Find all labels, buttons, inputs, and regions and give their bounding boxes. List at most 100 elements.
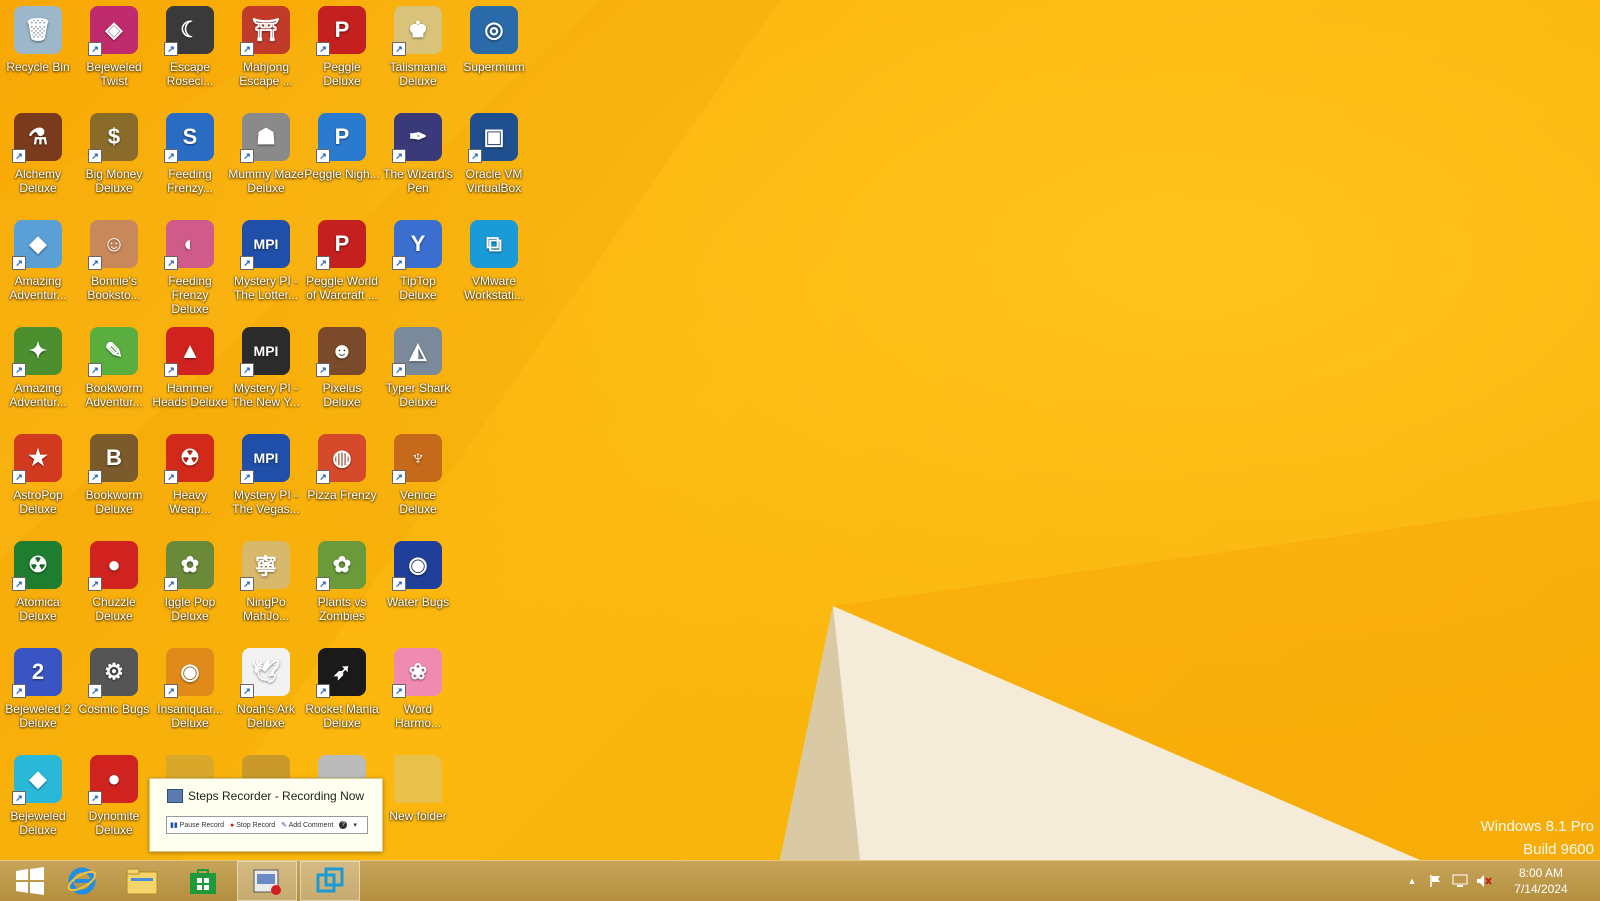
desktop-icon[interactable]: ☾ ↗ Escape Roseci... [152, 0, 228, 107]
store-icon [190, 869, 216, 894]
shortcut-arrow-icon: ↗ [316, 149, 330, 163]
desktop-icon[interactable]: ⧉ VMware Workstati... [456, 214, 532, 321]
desktop-icon[interactable]: ◎ Supermium [456, 0, 532, 107]
desktop-icon[interactable]: 2 ↗ Bejeweled 2 Deluxe [0, 642, 76, 749]
desktop-icon[interactable]: ✿ ↗ Plants vs Zombies [304, 535, 380, 642]
desktop-icon[interactable]: ✎ ↗ Bookworm Adventur... [76, 321, 152, 428]
desktop[interactable]: 🗑 Recycle Bin ⚗ ↗ Alchemy Deluxe ◆ ↗ Amazing Ad… [0, 0, 1600, 860]
system-tray: ▲ 8:00 AM 7/14/2024 [1400, 861, 1600, 901]
desktop-icon[interactable]: ◈ ↗ Bejeweled Twist [76, 0, 152, 107]
desktop-icon-label: Bonnie's Booksto... [87, 274, 141, 302]
peggle-nights-icon: P ↗ [316, 113, 366, 163]
file-explorer-button[interactable] [112, 861, 172, 901]
vmware-button[interactable] [300, 861, 360, 901]
desktop-icon-label: Oracle VM VirtualBox [465, 167, 523, 195]
astropop-icon: ★ ↗ [12, 434, 62, 484]
desktop-icon-label: Feeding Frenzy... [167, 167, 213, 195]
shortcut-arrow-icon: ↗ [12, 791, 26, 805]
desktop-icon-label: Venice Deluxe [399, 488, 437, 516]
shortcut-arrow-icon: ↗ [12, 363, 26, 377]
steps-recorder-button[interactable] [237, 861, 297, 901]
shortcut-arrow-icon: ↗ [88, 470, 102, 484]
desktop-icon[interactable]: ➶ ↗ Rocket Mania Deluxe [304, 642, 380, 749]
desktop-icon[interactable]: ● ↗ Chuzzle Deluxe [76, 535, 152, 642]
desktop-icon[interactable]: ◐ ↗ Feeding Frenzy Deluxe [152, 214, 228, 321]
desktop-icon[interactable]: ⛩ ↗ Mahjong Escape ... [228, 0, 304, 107]
desktop-icon-label: Word Harmo... [394, 702, 441, 730]
internet-explorer-button[interactable] [52, 861, 112, 901]
desktop-icon[interactable]: ◆ ↗ Bejeweled Deluxe [0, 749, 76, 856]
mystery-pi-lottery-icon: MPI ↗ [240, 220, 290, 270]
desktop-icon[interactable]: Y ↗ TipTop Deluxe [380, 214, 456, 321]
desktop-icon[interactable]: ◍ ↗ Pizza Frenzy [304, 428, 380, 535]
desktop-icon[interactable]: ✒ ↗ The Wizard's Pen [380, 107, 456, 214]
hammer-heads-icon: ▲ ↗ [164, 327, 214, 377]
desktop-icon[interactable]: P ↗ Peggle World of Warcraft ... [304, 214, 380, 321]
start-button[interactable] [0, 861, 60, 901]
shortcut-arrow-icon: ↗ [468, 149, 482, 163]
desktop-icon[interactable]: MPI ↗ Mystery PI - The Vegas... [228, 428, 304, 535]
desktop-icon[interactable]: ◆ ↗ Amazing Adventur... [0, 214, 76, 321]
desktop-icon[interactable]: ♚ ↗ Talismania Deluxe [380, 0, 456, 107]
volume-muted-icon[interactable] [1472, 861, 1496, 901]
desktop-icon[interactable]: 寧 ↗ NingPo MahJo... [228, 535, 304, 642]
action-center-flag-icon[interactable] [1424, 861, 1448, 901]
desktop-icon[interactable]: ★ ↗ AstroPop Deluxe [0, 428, 76, 535]
desktop-icon[interactable]: S ↗ Feeding Frenzy... [152, 107, 228, 214]
shortcut-arrow-icon: ↗ [12, 256, 26, 270]
water-bugs-icon: ◉ ↗ [392, 541, 442, 591]
clock[interactable]: 8:00 AM 7/14/2024 [1496, 865, 1586, 897]
desktop-icon-label: Amazing Adventur... [9, 274, 67, 302]
desktop-icon[interactable]: P ↗ Peggle Deluxe [304, 0, 380, 107]
talismania-icon: ♚ ↗ [392, 6, 442, 56]
heavy-weapon-icon: ☢ ↗ [164, 434, 214, 484]
desktop-icon[interactable]: ▲ ↗ Hammer Heads Deluxe [152, 321, 228, 428]
amazing-adventures-2-icon: ✦ ↗ [12, 327, 62, 377]
desktop-icon[interactable]: ✦ ↗ Amazing Adventur... [0, 321, 76, 428]
bejeweled-icon: ◆ ↗ [12, 755, 62, 805]
desktop-icon[interactable]: ✿ ↗ Iggle Pop Deluxe [152, 535, 228, 642]
mystery-pi-vegas-icon: MPI ↗ [240, 434, 290, 484]
clock-time: 8:00 AM [1518, 866, 1564, 880]
shortcut-arrow-icon: ↗ [88, 577, 102, 591]
desktop-icon[interactable]: ◉ ↗ Insaniquar... Deluxe [152, 642, 228, 749]
network-icon[interactable] [1448, 861, 1472, 901]
desktop-icon[interactable]: ● ↗ Dynomite Deluxe [76, 749, 152, 856]
desktop-icon[interactable]: ♆ ↗ Venice Deluxe [380, 428, 456, 535]
bookworm-adventures-icon: ✎ ↗ [88, 327, 138, 377]
desktop-icon[interactable]: ☢ ↗ Heavy Weap... [152, 428, 228, 535]
desktop-icon[interactable]: ☗ ↗ Mummy Maze Deluxe [228, 107, 304, 214]
desktop-icon[interactable]: P ↗ Peggle Nigh... [304, 107, 380, 214]
shortcut-arrow-icon: ↗ [316, 363, 330, 377]
desktop-icon[interactable]: B ↗ Bookworm Deluxe [76, 428, 152, 535]
desktop-icon[interactable]: ⚙ ↗ Cosmic Bugs [76, 642, 152, 749]
desktop-icon[interactable]: MPI ↗ Mystery PI - The Lotter... [228, 214, 304, 321]
desktop-icon[interactable]: ◭ ↗ Typer Shark Deluxe [380, 321, 456, 428]
chuzzle-icon: ● ↗ [88, 541, 138, 591]
shortcut-arrow-icon: ↗ [392, 256, 406, 270]
store-button[interactable] [173, 861, 233, 901]
desktop-icon[interactable]: New folder [380, 749, 456, 856]
desktop-icon[interactable]: MPI ↗ Mystery PI - The New Y... [228, 321, 304, 428]
shortcut-arrow-icon: ↗ [392, 149, 406, 163]
desktop-icon[interactable]: ☺ ↗ Bonnie's Booksto... [76, 214, 152, 321]
shortcut-arrow-icon: ↗ [392, 577, 406, 591]
supermium-icon: ◎ [470, 6, 518, 54]
desktop-icon[interactable]: ▣ ↗ Oracle VM VirtualBox [456, 107, 532, 214]
desktop-icon-label: Alchemy Deluxe [14, 167, 61, 195]
desktop-icon[interactable]: 🗑 Recycle Bin [0, 0, 76, 107]
desktop-icon[interactable]: $ ↗ Big Money Deluxe [76, 107, 152, 214]
add-comment-label: ✎ Add Comment [281, 822, 334, 829]
desktop-icon[interactable]: ◉ ↗ Water Bugs [380, 535, 456, 642]
desktop-icon-label: Noah's Ark Deluxe [237, 702, 295, 730]
clock-date: 7/14/2024 [1514, 882, 1568, 896]
steps-recorder-preview[interactable]: Steps Recorder - Recording Now ▮▮ Pause … [149, 778, 383, 852]
desktop-icon[interactable]: ☻ ↗ Pixelus Deluxe [304, 321, 380, 428]
desktop-icon[interactable]: 🕊 ↗ Noah's Ark Deluxe [228, 642, 304, 749]
folder-icon [394, 755, 442, 803]
desktop-icon[interactable]: ⚗ ↗ Alchemy Deluxe [0, 107, 76, 214]
desktop-icon[interactable]: ❀ ↗ Word Harmo... [380, 642, 456, 749]
desktop-icon[interactable]: ☢ ↗ Atomica Deluxe [0, 535, 76, 642]
show-hidden-icons-chevron-icon[interactable]: ▲ [1400, 861, 1424, 901]
desktop-icon-label: Peggle World of Warcraft ... [306, 274, 378, 302]
